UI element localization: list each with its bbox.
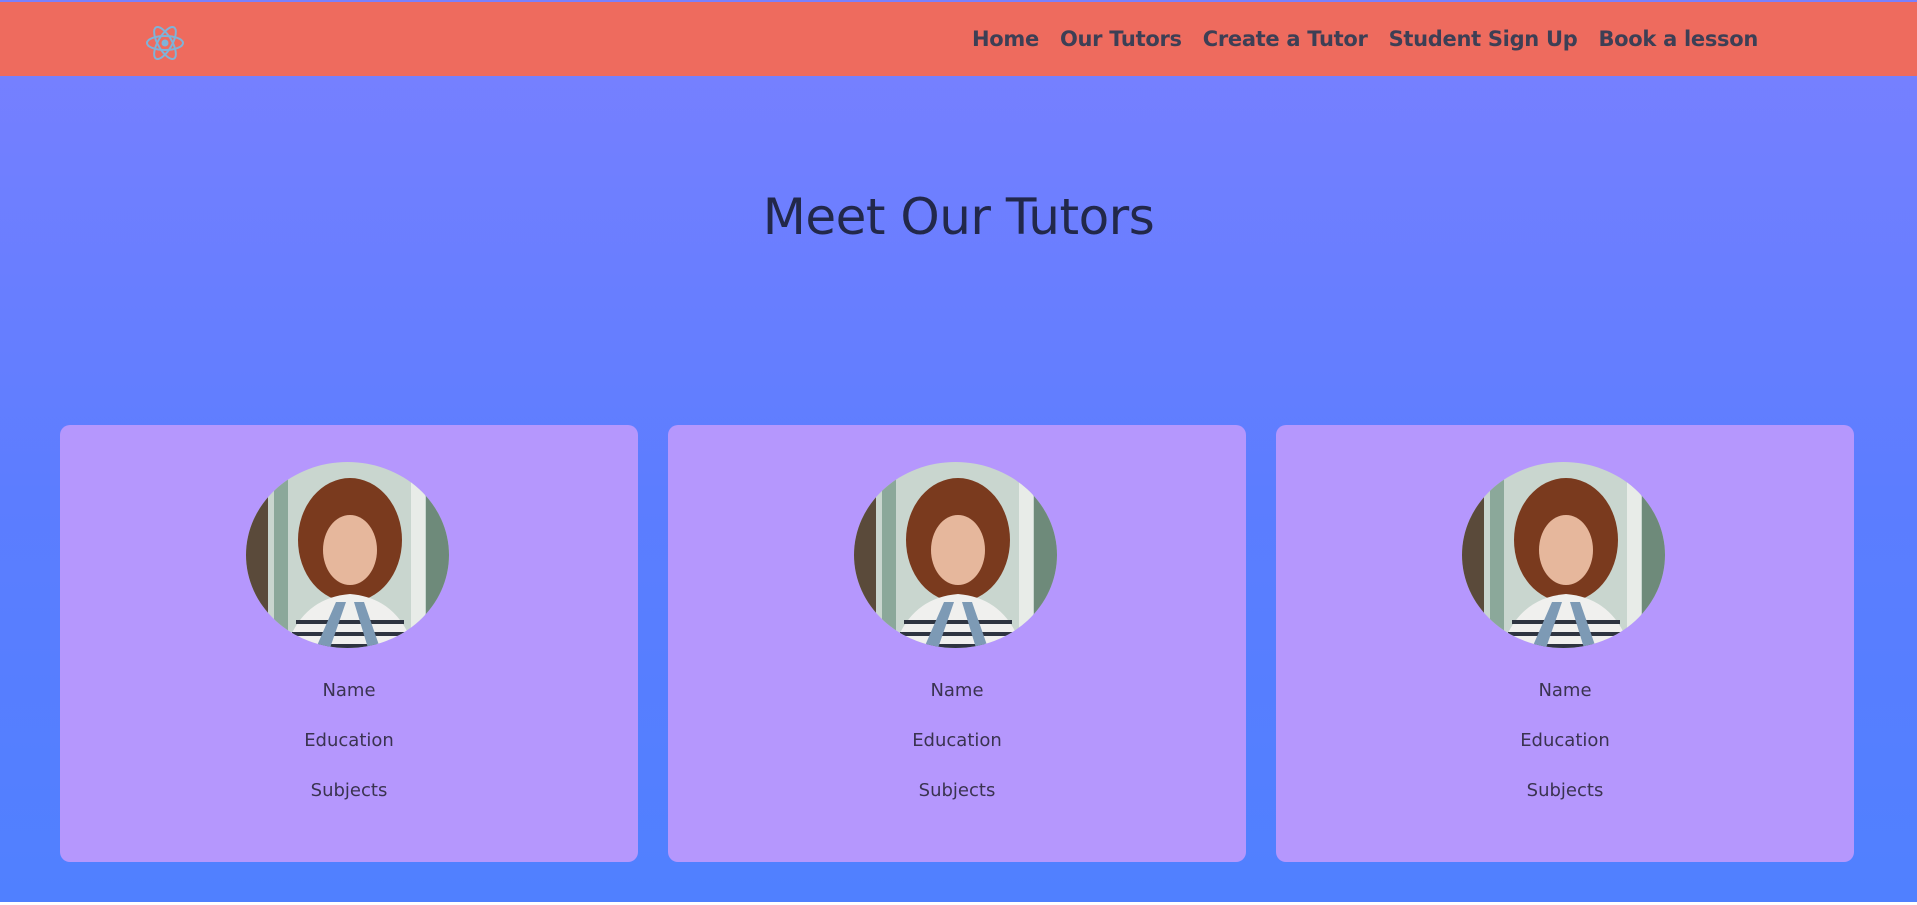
tutor-photo bbox=[246, 462, 449, 648]
tutor-name: Name bbox=[1538, 680, 1592, 701]
page-background: Home Our Tutors Create a Tutor Student S… bbox=[0, 0, 1917, 902]
nav-menu: Home Our Tutors Create a Tutor Student S… bbox=[972, 2, 1758, 76]
tutor-card[interactable]: Name Education Subjects bbox=[1276, 425, 1854, 862]
tutor-name: Name bbox=[322, 680, 376, 701]
tutor-card[interactable]: Name Education Subjects bbox=[60, 425, 638, 862]
tutor-subjects: Subjects bbox=[1526, 780, 1604, 801]
tutor-education: Education bbox=[1520, 730, 1610, 751]
tutor-subjects: Subjects bbox=[918, 780, 996, 801]
nav-link-home[interactable]: Home bbox=[972, 27, 1039, 51]
tutor-name: Name bbox=[930, 680, 984, 701]
tutor-photo bbox=[854, 462, 1057, 648]
tutor-education: Education bbox=[912, 730, 1002, 751]
react-atom-icon[interactable] bbox=[144, 22, 186, 64]
tutor-card[interactable]: Name Education Subjects bbox=[668, 425, 1246, 862]
page-title: Meet Our Tutors bbox=[762, 188, 1155, 246]
tutor-subjects: Subjects bbox=[310, 780, 388, 801]
tutor-photo bbox=[1462, 462, 1665, 648]
nav-link-our-tutors[interactable]: Our Tutors bbox=[1060, 27, 1182, 51]
navbar: Home Our Tutors Create a Tutor Student S… bbox=[0, 2, 1917, 76]
nav-link-create-tutor[interactable]: Create a Tutor bbox=[1203, 27, 1368, 51]
tutor-education: Education bbox=[304, 730, 394, 751]
nav-link-book-lesson[interactable]: Book a lesson bbox=[1598, 27, 1758, 51]
nav-link-student-sign-up[interactable]: Student Sign Up bbox=[1389, 27, 1578, 51]
